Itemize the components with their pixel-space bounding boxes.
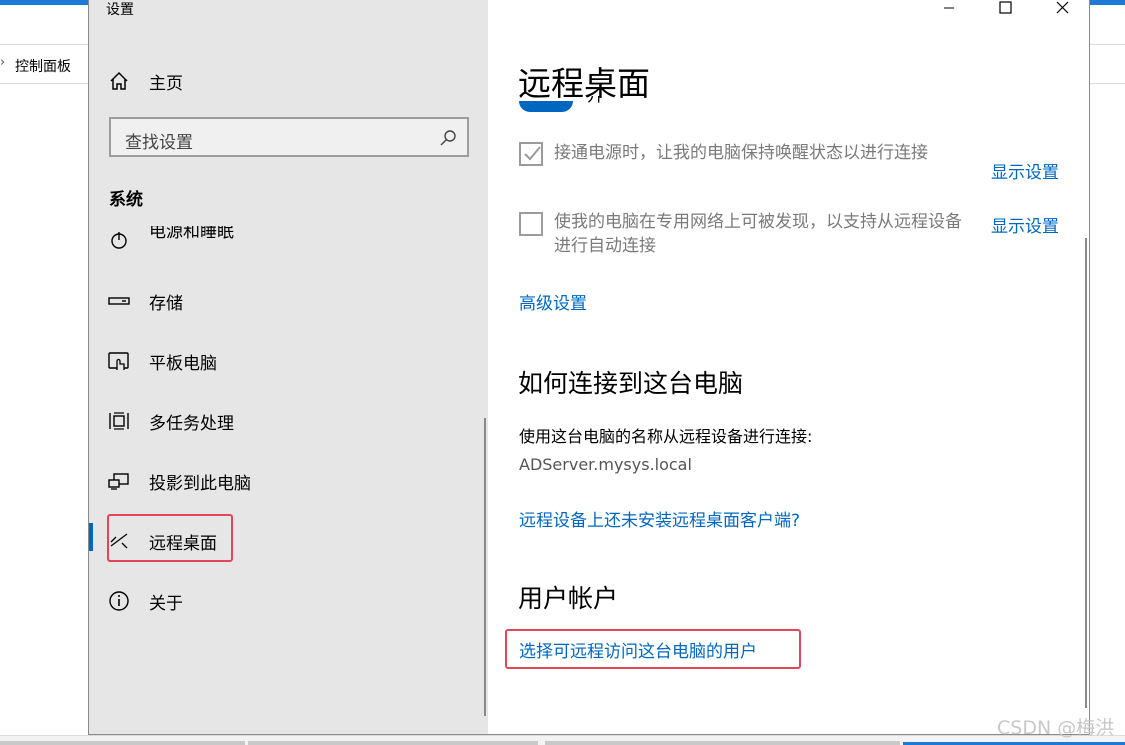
sidebar-item-label: 主页 (149, 74, 183, 94)
search-placeholder: 查找设置 (125, 133, 193, 153)
content-scrollbar[interactable] (1085, 238, 1087, 708)
connect-heading: 如何连接到这台电脑 (518, 369, 744, 398)
display-settings-link-1[interactable]: 显示设置 (991, 158, 1059, 183)
close-icon[interactable] (1048, 0, 1078, 18)
sidebar-item-label: 存储 (149, 294, 183, 314)
home-icon (110, 71, 128, 90)
background-scroll-segment (0, 741, 245, 745)
remote-desktop-toggle[interactable] (519, 101, 573, 112)
background-window-accent (0, 0, 88, 5)
sidebar-item-power[interactable]: 电源和睡眠 (89, 226, 488, 250)
content-pane: 远程桌面 开 接通电源时，让我的电脑保持唤醒状态以进行连接 显示设置 使我的电脑… (489, 0, 1089, 734)
client-not-installed-link[interactable]: 远程设备上还未安装远程桌面客户端? (519, 506, 800, 531)
keep-awake-checkbox[interactable] (519, 142, 543, 166)
tablet-icon (108, 352, 129, 370)
discoverable-label-line2: 进行自动连接 (554, 236, 656, 256)
minimize-icon[interactable] (934, 0, 964, 18)
search-input[interactable]: 查找设置 (109, 117, 469, 157)
sidebar-item-home[interactable]: 主页 (89, 56, 488, 104)
background-window-toolbar-right (1090, 44, 1125, 84)
maximize-icon[interactable] (990, 0, 1020, 18)
window-title: 设置 (106, 2, 134, 18)
settings-window: 设置 主页 查找设置 系统 电源和睡眠 存储 平板电脑 多任务处理 投影到此电脑… (88, 0, 1090, 735)
sidebar-scrollbar[interactable] (484, 418, 486, 716)
checkmark-icon (524, 146, 541, 161)
display-settings-link-2[interactable]: 显示设置 (991, 212, 1059, 237)
sidebar-item-multitasking[interactable]: 多任务处理 (89, 396, 488, 444)
sidebar-item-storage[interactable]: 存储 (89, 276, 488, 324)
multitasking-icon (109, 412, 129, 430)
annotation-highlight-remote-desktop (107, 514, 233, 562)
page-title: 远程桌面 (518, 64, 650, 103)
connect-description: 使用这台电脑的名称从远程设备进行连接: (519, 427, 813, 446)
search-icon[interactable] (439, 129, 457, 147)
sidebar-item-label: 多任务处理 (149, 414, 234, 434)
sidebar-item-label: 平板电脑 (149, 354, 217, 374)
info-icon (109, 591, 129, 611)
toggle-state-label: 开 (587, 96, 601, 106)
section-title-system: 系统 (109, 190, 143, 210)
power-icon (111, 232, 127, 249)
keep-awake-label: 接通电源时，让我的电脑保持唤醒状态以进行连接 (554, 143, 928, 163)
sidebar-item-tablet[interactable]: 平板电脑 (89, 336, 488, 384)
storage-icon (108, 297, 130, 305)
window-controls (919, 0, 1089, 20)
pc-name: ADServer.mysys.local (519, 455, 692, 474)
sidebar-item-projecting[interactable]: 投影到此电脑 (89, 456, 488, 504)
breadcrumb-chevron-icon: › (0, 55, 6, 70)
sidebar-item-about[interactable]: 关于 (89, 576, 488, 624)
discoverable-label-line1: 使我的电脑在专用网络上可被发现，以支持从远程设备 (554, 212, 962, 232)
discoverable-checkbox[interactable] (519, 212, 543, 236)
background-scroll-segment (545, 741, 900, 745)
annotation-highlight-select-users (505, 629, 801, 669)
watermark: CSDN @梅洪 (997, 717, 1115, 739)
advanced-settings-link[interactable]: 高级设置 (519, 289, 587, 314)
accounts-heading: 用户帐户 (518, 584, 619, 613)
background-address-bar[interactable]: › 控制面板 (0, 44, 88, 84)
breadcrumb-control-panel[interactable]: 控制面板 (15, 56, 71, 76)
sidebar-item-label: 投影到此电脑 (149, 474, 251, 494)
sidebar-item-label: 电源和睡眠 (149, 226, 234, 242)
projecting-icon (108, 473, 129, 490)
background-scroll-segment (248, 741, 538, 745)
settings-sidebar: 设置 主页 查找设置 系统 电源和睡眠 存储 平板电脑 多任务处理 投影到此电脑… (89, 0, 488, 734)
sidebar-item-label: 关于 (149, 594, 183, 614)
background-window-accent-right (1090, 0, 1125, 5)
